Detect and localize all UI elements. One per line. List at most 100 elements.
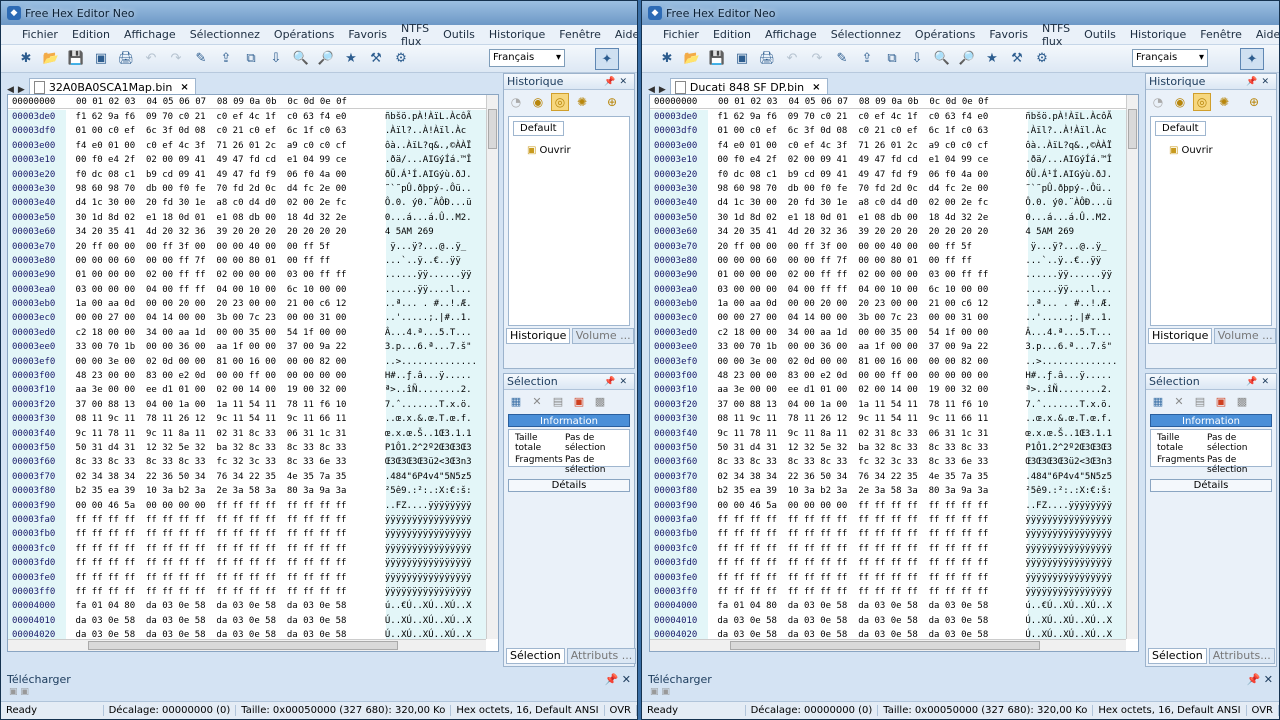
select-highlight-icon[interactable]: ▣ (570, 393, 588, 409)
row-bytes[interactable]: 00 00 27 00 04 14 00 00 3b 00 7c 23 00 0… (707, 311, 1023, 325)
tool-icon[interactable]: ⚒ (1006, 48, 1028, 70)
row-bytes[interactable]: c2 18 00 00 34 00 aa 1d 00 00 35 00 54 1… (66, 326, 383, 340)
row-bytes[interactable]: da 03 0e 58 da 03 0e 58 da 03 0e 58 da 0… (66, 614, 383, 628)
history-add-icon[interactable]: ◉ (1171, 93, 1189, 111)
row-bytes[interactable]: 30 1d 8d 02 e1 18 0d 01 e1 08 db 00 18 4… (707, 211, 1023, 225)
row-ascii[interactable]: œ.x.œ.Š..1Œ3.1.1 (383, 427, 486, 441)
tab-volume[interactable]: Volume ... (1213, 328, 1276, 344)
hex-row[interactable]: 00003e50 30 1d 8d 02 e1 18 0d 01 e1 08 d… (8, 211, 486, 225)
row-bytes[interactable]: ff ff ff ff ff ff ff ff ff ff ff ff ff f… (707, 527, 1023, 541)
options-icon[interactable]: ⚙ (1031, 48, 1053, 70)
row-ascii[interactable]: ú..€Ú..XÚ..XÚ..X (383, 599, 486, 613)
row-ascii[interactable]: 3.p...6.ª...7.š" (1023, 340, 1126, 354)
row-ascii[interactable]: ²5ê9.:²:.:X:€:š: (1023, 484, 1126, 498)
menu-item[interactable]: Outils (436, 28, 482, 41)
hex-row[interactable]: 00003ff0 ff ff ff ff ff ff ff ff ff ff f… (650, 585, 1126, 599)
row-bytes[interactable]: 20 ff 00 00 00 ff 3f 00 00 00 40 00 00 f… (66, 240, 383, 254)
hex-row[interactable]: 00003df0 01 00 c0 ef 6c 3f 0d 08 c0 21 c… (650, 124, 1126, 138)
hex-row[interactable]: 00003f90 00 00 46 5a 00 00 00 00 ff ff f… (650, 499, 1126, 513)
import-icon[interactable]: ⇩ (265, 48, 287, 70)
hex-row[interactable]: 00004020 da 03 0e 58 da 03 0e 58 da 03 0… (650, 628, 1126, 639)
row-ascii[interactable]: H#..ƒ.â...ÿ..... (383, 369, 486, 383)
tab-selection[interactable]: Sélection (506, 648, 565, 664)
pin-close-icon[interactable]: 📌 ✕ (605, 673, 631, 687)
row-bytes[interactable]: ff ff ff ff ff ff ff ff ff ff ff ff ff f… (707, 556, 1023, 570)
row-ascii[interactable]: 0...á...á.Û..M2. (383, 211, 486, 225)
row-bytes[interactable]: 33 00 70 1b 00 00 36 00 aa 1f 00 00 37 0… (66, 340, 383, 354)
row-bytes[interactable]: 08 11 9c 11 78 11 26 12 9c 11 54 11 9c 1… (707, 412, 1023, 426)
redo-icon[interactable]: ↷ (165, 48, 187, 70)
row-bytes[interactable]: 33 00 70 1b 00 00 36 00 aa 1f 00 00 37 0… (707, 340, 1023, 354)
hex-row[interactable]: 00003fa0 ff ff ff ff ff ff ff ff ff ff f… (8, 513, 486, 527)
history-options-icon[interactable]: ✺ (573, 93, 591, 111)
hex-row[interactable]: 00003e40 d4 1c 30 00 20 fd 30 1e a8 c0 d… (650, 196, 1126, 210)
tab-history[interactable]: Historique (1148, 328, 1212, 344)
tool-icon[interactable]: ⚒ (365, 48, 387, 70)
row-ascii[interactable]: ..ª... . #..!.Æ. (383, 297, 486, 311)
download-tool-icon[interactable]: ▣ ▣ (9, 687, 29, 697)
row-bytes[interactable]: d4 1c 30 00 20 fd 30 1e a8 c0 d4 d0 02 0… (66, 196, 383, 210)
row-bytes[interactable]: f1 62 9a f6 09 70 c0 21 c0 ef 4c 1f c0 6… (707, 110, 1023, 124)
hex-row[interactable]: 00003e20 f0 dc 08 c1 b9 cd 09 41 49 47 f… (650, 168, 1126, 182)
row-bytes[interactable]: 20 ff 00 00 00 ff 3f 00 00 00 40 00 00 f… (707, 240, 1023, 254)
hex-row[interactable]: 00003ed0 c2 18 00 00 34 00 aa 1d 00 00 3… (8, 326, 486, 340)
row-ascii[interactable]: ñbšö.pÀ!ÀïL.ÀcôÃ (1023, 110, 1126, 124)
select-highlight-icon[interactable]: ▣ (1212, 393, 1230, 409)
hex-row[interactable]: 00003ee0 33 00 70 1b 00 00 36 00 aa 1f 0… (650, 340, 1126, 354)
history-refresh-icon[interactable]: ⊕ (603, 93, 621, 111)
pin-close-icon[interactable]: 📌✕ (1246, 77, 1273, 87)
export-icon[interactable]: ⇪ (856, 48, 878, 70)
row-bytes[interactable]: 00 00 46 5a 00 00 00 00 ff ff ff ff ff f… (66, 499, 383, 513)
hex-body[interactable]: 00003de0 f1 62 9a f6 09 70 c0 21 c0 ef 4… (8, 110, 486, 639)
row-ascii[interactable]: 7.ˆ.......T.x.ö. (383, 398, 486, 412)
hex-row[interactable]: 00004010 da 03 0e 58 da 03 0e 58 da 03 0… (8, 614, 486, 628)
menu-item[interactable]: Sélectionnez (183, 28, 267, 41)
row-ascii[interactable]: 4 5AM 269 (1023, 225, 1126, 239)
menu-item[interactable]: Opérations (908, 28, 982, 41)
row-ascii[interactable]: Œ3Œ3Œ3Œ3ü2<3Œ3n3 (383, 455, 486, 469)
menu-item[interactable]: NTFS flux (394, 22, 436, 48)
history-tab[interactable]: Default (1155, 121, 1206, 136)
hex-row[interactable]: 00003ec0 00 00 27 00 04 14 00 00 3b 00 7… (650, 311, 1126, 325)
hex-row[interactable]: 00003fc0 ff ff ff ff ff ff ff ff ff ff f… (650, 542, 1126, 556)
menu-item[interactable]: Fenêtre (552, 28, 608, 41)
row-ascii[interactable]: ª>..îÑ........2. (1023, 383, 1126, 397)
hex-row[interactable]: 00003eb0 1a 00 aa 0d 00 00 20 00 20 23 0… (650, 297, 1126, 311)
row-ascii[interactable]: .ðä/...AIGýÍá.™Î (383, 153, 486, 167)
row-ascii[interactable]: ÿÿÿÿÿÿÿÿÿÿÿÿÿÿÿÿ (383, 513, 486, 527)
hex-row[interactable]: 00003fd0 ff ff ff ff ff ff ff ff ff ff f… (650, 556, 1126, 570)
select-grid-icon[interactable]: ▦ (507, 393, 525, 409)
row-ascii[interactable]: Œ3Œ3Œ3Œ3ü2<3Œ3n3 (1023, 455, 1126, 469)
row-bytes[interactable]: 30 1d 8d 02 e1 18 0d 01 e1 08 db 00 18 4… (66, 211, 383, 225)
hex-row[interactable]: 00003e30 98 60 98 70 db 00 f0 fe 70 fd 2… (8, 182, 486, 196)
row-ascii[interactable]: ..œ.x.&.œ.T.œ.f. (383, 412, 486, 426)
close-icon[interactable]: × (180, 82, 188, 93)
hex-row[interactable]: 00003fc0 ff ff ff ff ff ff ff ff ff ff f… (8, 542, 486, 556)
row-bytes[interactable]: f1 62 9a f6 09 70 c0 21 c0 ef 4c 1f c0 6… (66, 110, 383, 124)
menu-item[interactable]: Edition (706, 28, 758, 41)
row-bytes[interactable]: ff ff ff ff ff ff ff ff ff ff ff ff ff f… (707, 585, 1023, 599)
hex-row[interactable]: 00003ef0 00 00 3e 00 02 0d 00 00 81 00 1… (650, 355, 1126, 369)
hex-row[interactable]: 00003e10 00 f0 e4 2f 02 00 09 41 49 47 f… (650, 153, 1126, 167)
pin-close-icon[interactable]: 📌 ✕ (1247, 673, 1273, 687)
row-bytes[interactable]: aa 3e 00 00 ee d1 01 00 02 00 14 00 19 0… (66, 383, 383, 397)
pin-close-icon[interactable]: 📌✕ (1246, 377, 1273, 387)
menu-item[interactable]: Historique (482, 28, 552, 41)
row-ascii[interactable]: ÿÿÿÿÿÿÿÿÿÿÿÿÿÿÿÿ (383, 556, 486, 570)
row-bytes[interactable]: 01 00 c0 ef 6c 3f 0d 08 c0 21 c0 ef 6c 1… (707, 124, 1023, 138)
hex-row[interactable]: 00003f70 02 34 38 34 22 36 50 34 76 34 2… (650, 470, 1126, 484)
hex-row[interactable]: 00003de0 f1 62 9a f6 09 70 c0 21 c0 ef 4… (650, 110, 1126, 124)
hex-row[interactable]: 00003fd0 ff ff ff ff ff ff ff ff ff ff f… (8, 556, 486, 570)
history-refresh-icon[interactable]: ⊕ (1245, 93, 1263, 111)
hex-row[interactable]: 00003f50 50 31 d4 31 12 32 5e 32 ba 32 8… (650, 441, 1126, 455)
row-bytes[interactable]: 02 34 38 34 22 36 50 34 76 34 22 35 4e 3… (66, 470, 383, 484)
row-bytes[interactable]: 02 34 38 34 22 36 50 34 76 34 22 35 4e 3… (707, 470, 1023, 484)
hex-row[interactable]: 00003ec0 00 00 27 00 04 14 00 00 3b 00 7… (8, 311, 486, 325)
hex-row[interactable]: 00003fa0 ff ff ff ff ff ff ff ff ff ff f… (650, 513, 1126, 527)
hex-row[interactable]: 00003eb0 1a 00 aa 0d 00 00 20 00 20 23 0… (8, 297, 486, 311)
row-bytes[interactable]: 03 00 00 00 04 00 ff ff 04 00 10 00 6c 1… (707, 283, 1023, 297)
row-bytes[interactable]: da 03 0e 58 da 03 0e 58 da 03 0e 58 da 0… (707, 628, 1023, 639)
row-ascii[interactable]: ..'.....;.|#..1. (383, 311, 486, 325)
copy-icon[interactable]: ⧉ (881, 48, 903, 70)
hex-row[interactable]: 00003f20 37 00 88 13 04 00 1a 00 1a 11 5… (650, 398, 1126, 412)
